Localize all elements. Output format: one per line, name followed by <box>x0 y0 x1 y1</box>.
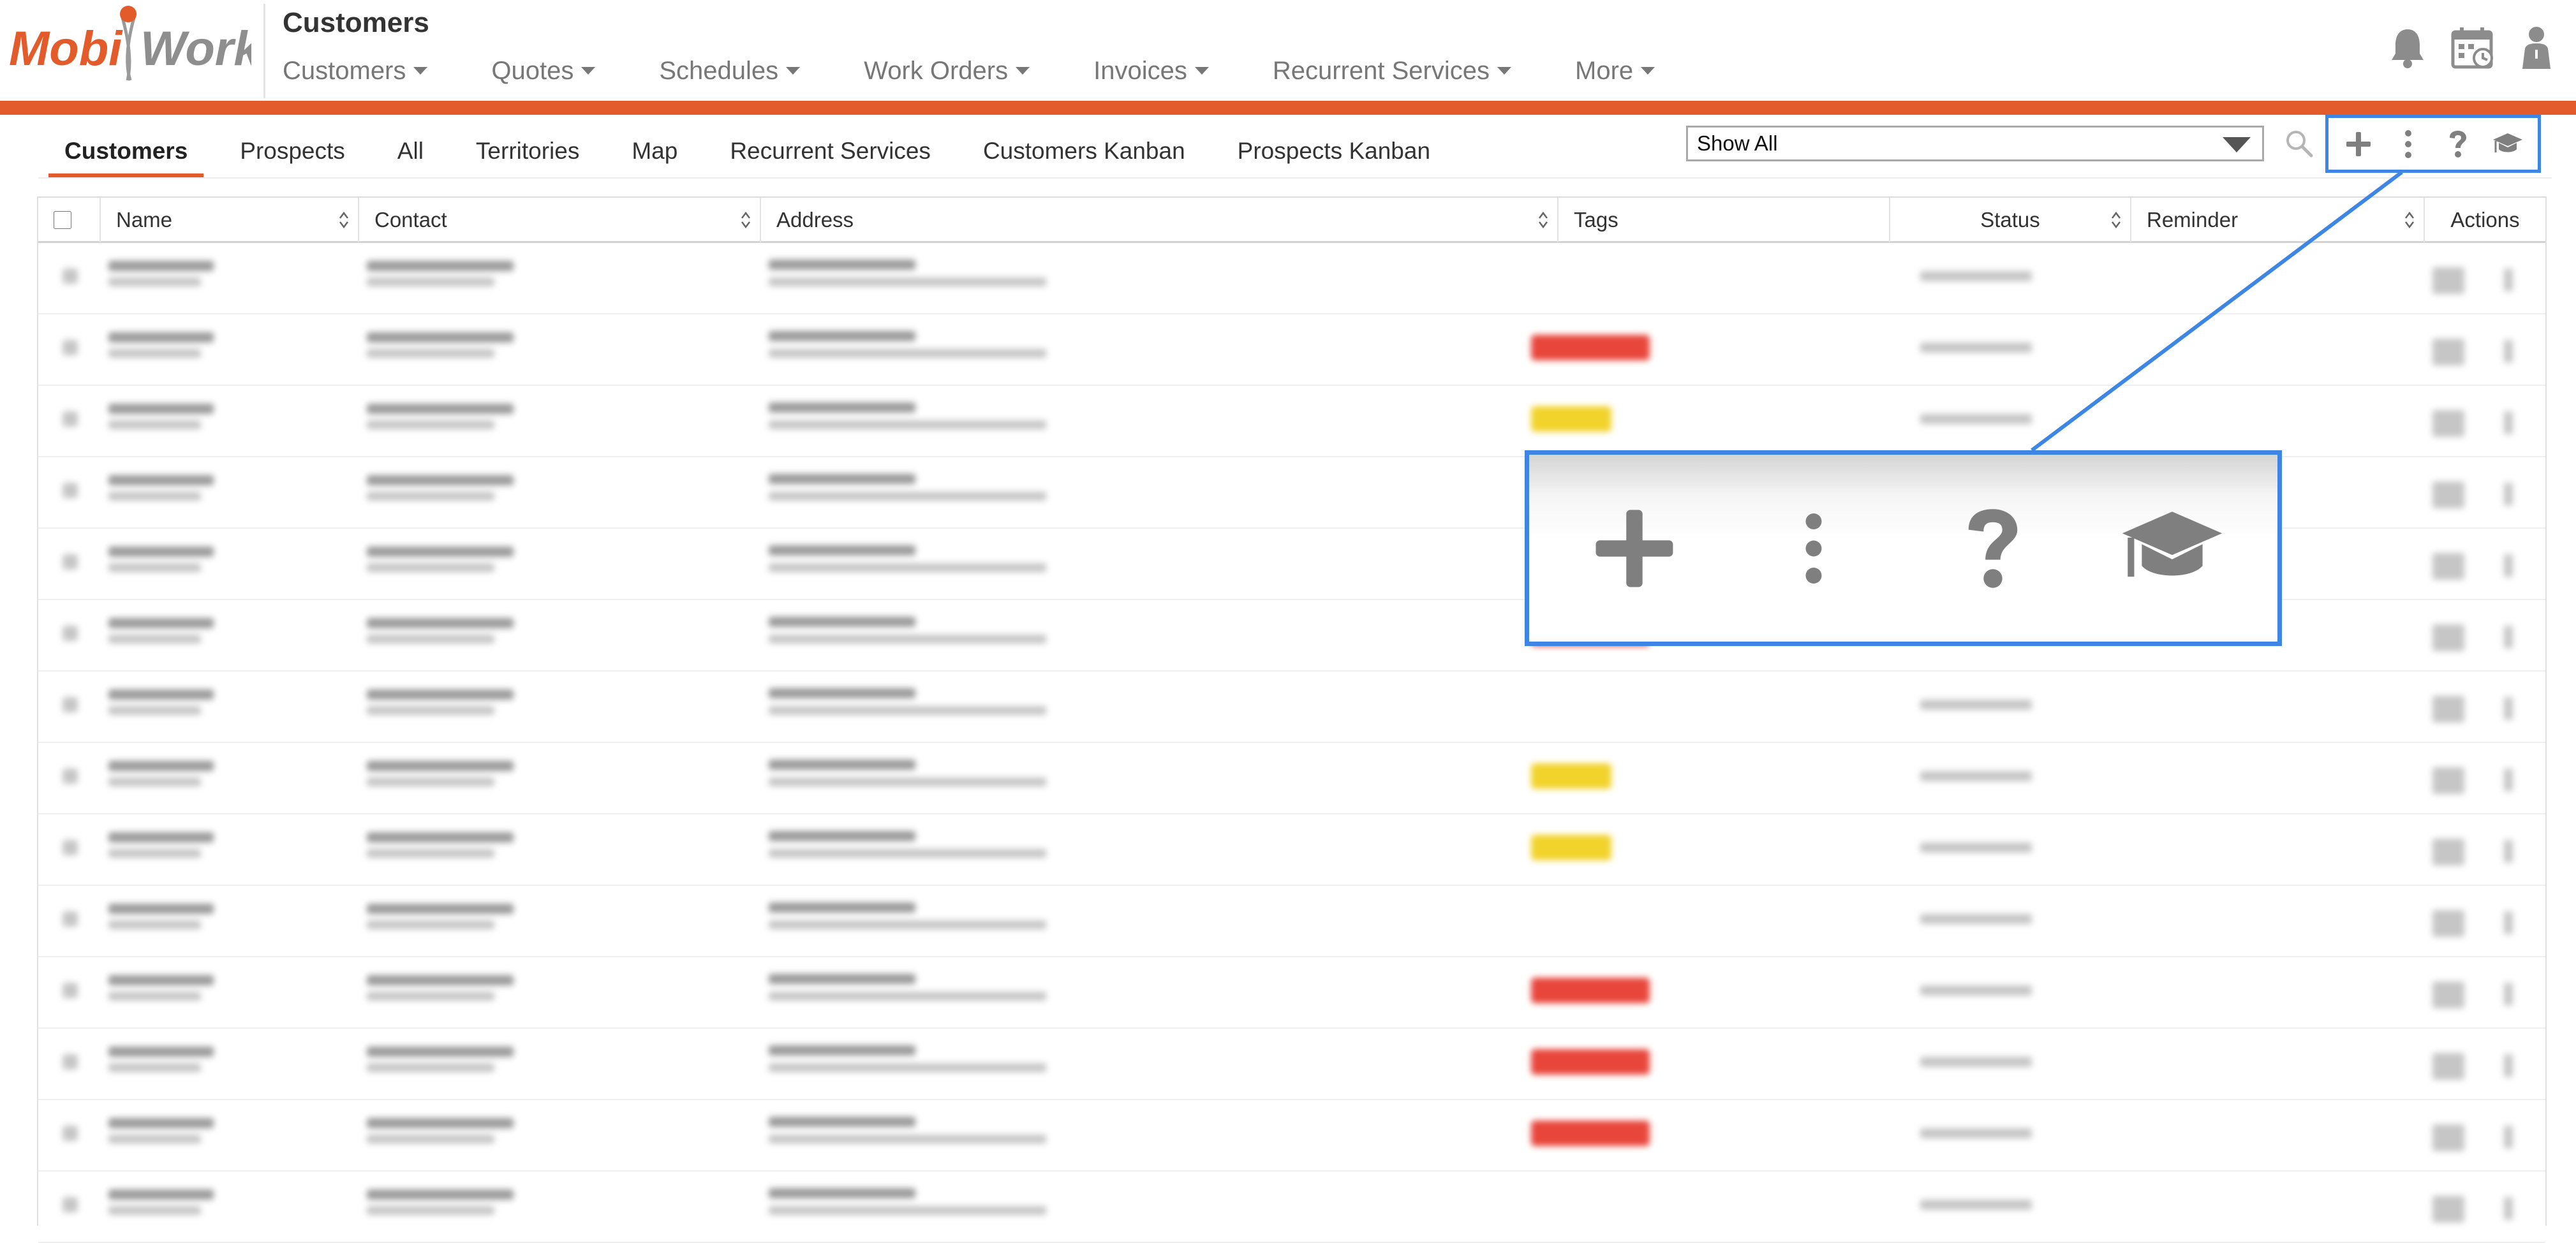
help-icon <box>1968 508 2018 588</box>
plus-icon <box>1595 510 1673 587</box>
zoomed-add-button <box>1571 485 1698 612</box>
zoomed-training-button <box>2108 485 2236 612</box>
zoomed-toolbar-callout <box>1525 450 2282 646</box>
zoomed-help-button <box>1929 485 2057 612</box>
more-vertical-icon <box>1805 513 1822 584</box>
zoomed-more-options-button <box>1750 485 1877 612</box>
graduation-cap-icon <box>2122 511 2223 577</box>
